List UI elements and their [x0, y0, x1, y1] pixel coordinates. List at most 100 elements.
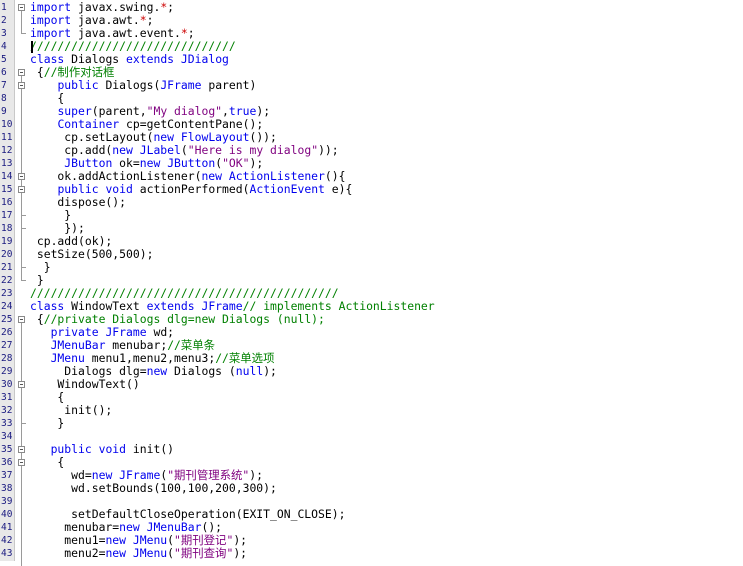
line-number: 14 [1, 171, 13, 182]
code-token: javax.swing. [71, 0, 161, 14]
code-token: actionPerformed( [132, 182, 250, 196]
fold-end-mark [21, 267, 26, 268]
keyword-token: new [139, 156, 161, 170]
comment-token: ////////////////////////////// [30, 39, 236, 53]
code-token: ); [233, 533, 248, 547]
line-number: 25 [1, 314, 13, 325]
line-number: 12 [1, 145, 13, 156]
fold-toggle-icon[interactable] [18, 459, 25, 466]
code-token: )); [318, 143, 339, 157]
code-token: ); [233, 546, 248, 560]
fold-toggle-icon[interactable] [18, 82, 25, 89]
code-token: , [222, 104, 229, 118]
code-token: wd= [30, 468, 92, 482]
fold-toggle-icon[interactable] [18, 69, 25, 76]
line-number: 26 [1, 327, 13, 338]
line-number: 5 [1, 54, 7, 65]
keyword-token: super [57, 104, 92, 118]
line-number: 22 [1, 275, 13, 286]
line-number: 21 [1, 262, 13, 273]
code-token: ( [167, 533, 175, 547]
fold-guide [21, 11, 22, 33]
code-token: init() [126, 442, 175, 456]
keyword-token: JLabel [139, 143, 181, 157]
keyword-token: new [105, 533, 127, 547]
code-token: cp=getContentPane(); [119, 117, 264, 131]
fold-toggle-icon[interactable] [18, 173, 25, 180]
code-line[interactable]: } [30, 417, 64, 430]
code-token: setDefaultCloseOperation(EXIT_ON_CLOSE); [30, 507, 346, 521]
keyword-token: JButton [64, 156, 113, 170]
keyword-token: JMenu [132, 546, 168, 560]
line-number: 7 [1, 80, 7, 91]
line-number: 16 [1, 197, 13, 208]
fold-end-mark [21, 280, 26, 281]
code-token: wd; [146, 325, 175, 339]
line-number: 9 [1, 106, 7, 117]
code-line[interactable]: menu2=new JMenu("期刊查询"); [30, 547, 247, 560]
code-token: Dialogs dlg= [30, 364, 147, 378]
keyword-token: ActionEvent [249, 182, 325, 196]
comment-token: //制作对话框 [43, 65, 115, 79]
code-token: } [30, 273, 44, 287]
code-token: ; [187, 26, 195, 40]
line-number: 40 [1, 509, 13, 520]
keyword-token: new [153, 130, 175, 144]
code-line[interactable]: wd.setBounds(100,100,200,300); [30, 482, 277, 495]
fold-toggle-icon[interactable] [18, 4, 25, 11]
code-area[interactable]: import javax.swing.*; import java.awt.*; i… [30, 0, 743, 561]
line-number: 8 [1, 93, 7, 104]
keyword-token: true [228, 104, 257, 118]
code-token: WindowText() [30, 377, 140, 391]
keyword-token: extends [146, 299, 195, 313]
fold-toggle-icon[interactable] [18, 446, 25, 453]
code-token: menubar; [105, 338, 168, 352]
line-number: 41 [1, 522, 13, 533]
code-token: ; [146, 13, 154, 27]
line-number-gutter: 1 2 3 4 5 6 7 8 9 10 11 12 13 14 15 16 17 18 19 20 21 22 23 24 2… [0, 0, 15, 561]
code-token: Dialogs [64, 52, 127, 66]
fold-toggle-icon[interactable] [18, 316, 25, 323]
code-token: ); [256, 104, 271, 118]
fold-toggle-icon[interactable] [18, 186, 25, 193]
fold-toggle-icon[interactable] [18, 381, 25, 388]
keyword-token: JFrame [119, 468, 161, 482]
line-number: 23 [1, 288, 13, 299]
keyword-token: new [112, 143, 133, 157]
keyword-token: ActionListener [228, 169, 325, 183]
keyword-token: null [235, 364, 264, 378]
line-number: 28 [1, 353, 13, 364]
line-number: 31 [1, 392, 13, 403]
line-number: 38 [1, 483, 13, 494]
string-token: "My dialog" [146, 104, 223, 118]
code-token: java.awt. [71, 13, 140, 27]
line-number: 29 [1, 366, 13, 377]
keyword-token: JFrame [105, 325, 147, 339]
keyword-token: import [30, 0, 72, 14]
keyword-token: new [91, 468, 113, 482]
line-number: 15 [1, 184, 13, 195]
code-token: menu1= [30, 533, 106, 547]
string-token: "Here is my dialog" [187, 143, 319, 157]
keyword-token: public [57, 182, 99, 196]
code-token: e){ [324, 182, 353, 196]
keyword-token: new [119, 520, 140, 534]
comment-token: ////////////////////////////////////////… [30, 286, 339, 300]
code-token: (); [201, 520, 223, 534]
code-editor[interactable]: 1 2 3 4 5 6 7 8 9 10 11 12 13 14 15 16 17 18 19 20 21 22 23 24 2… [0, 0, 743, 566]
line-number: 36 [1, 457, 13, 468]
code-token: WindowText [64, 299, 147, 313]
keyword-token: new [146, 364, 168, 378]
line-number: 32 [1, 405, 13, 416]
code-token: * [180, 26, 188, 40]
keyword-token: import [30, 13, 72, 27]
line-number: 39 [1, 496, 13, 507]
